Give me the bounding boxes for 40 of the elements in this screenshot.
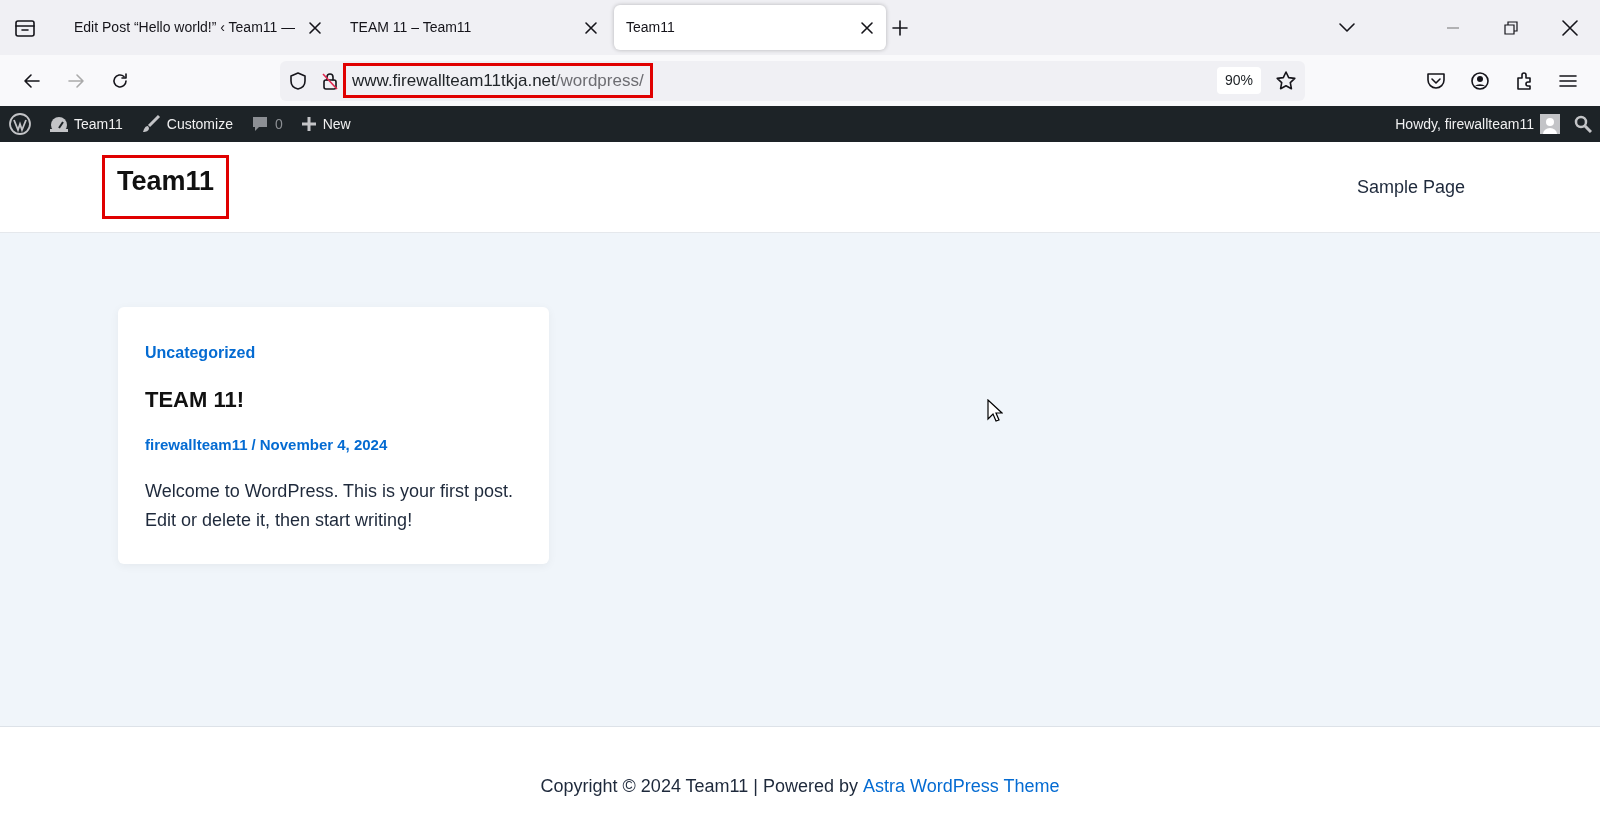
category-link[interactable]: Uncategorized xyxy=(145,341,522,365)
site-menu-item[interactable]: Team11 xyxy=(50,113,123,135)
close-icon[interactable] xyxy=(584,20,598,35)
browser-tab[interactable]: TEAM 11 – Team11 xyxy=(338,5,610,50)
menu-link[interactable]: Sample Page xyxy=(1356,173,1465,201)
close-icon[interactable] xyxy=(308,20,322,35)
close-icon[interactable] xyxy=(860,20,874,35)
dashboard-icon xyxy=(50,116,68,132)
plus-icon xyxy=(300,116,317,132)
chevron-down-icon[interactable] xyxy=(1338,21,1356,34)
restore-icon[interactable] xyxy=(1504,20,1518,35)
comments-menu-item[interactable]: 0 xyxy=(250,113,283,135)
comment-icon xyxy=(250,115,269,133)
address-field[interactable]: www.firewallteam11tkja.net/wordpress/ xyxy=(346,65,650,96)
customize-menu-item[interactable]: Customize xyxy=(140,113,233,135)
post-title[interactable]: TEAM 11! xyxy=(145,383,522,416)
site-title[interactable]: Team11 xyxy=(105,158,227,216)
account-icon[interactable] xyxy=(1469,69,1491,92)
shield-icon[interactable] xyxy=(288,70,308,91)
close-icon[interactable] xyxy=(1562,19,1578,36)
browser-tab[interactable]: Edit Post “Hello world!” ‹ Team11 — xyxy=(62,5,334,50)
avatar-icon xyxy=(1540,114,1560,134)
cursor-icon xyxy=(987,399,1003,423)
post-excerpt: Welcome to WordPress. This is your first post. Edit or delete it, then start writing! xyxy=(145,479,515,533)
wordpress-logo-icon[interactable] xyxy=(8,112,32,136)
zoom-button[interactable]: 90% xyxy=(1216,67,1261,94)
brush-icon xyxy=(140,114,161,134)
lock-icon[interactable] xyxy=(320,70,340,91)
author-link[interactable]: firewallteam11 xyxy=(145,434,248,457)
footer-text: Copyright © 2024 Team11 | Powered by xyxy=(540,775,858,798)
date-link[interactable]: November 4, 2024 xyxy=(259,434,388,457)
meta-separator: / xyxy=(251,435,256,455)
reload-icon[interactable] xyxy=(110,70,130,91)
account-menu-item[interactable]: Howdy, firewallteam11 xyxy=(1395,113,1560,135)
search-icon[interactable] xyxy=(1574,115,1592,133)
theme-link[interactable]: Astra WordPress Theme xyxy=(863,773,1060,800)
new-tab-icon[interactable] xyxy=(890,17,910,38)
browser-tab[interactable]: Team11 xyxy=(614,5,886,50)
new-menu-item[interactable]: New xyxy=(300,113,351,135)
star-icon[interactable] xyxy=(1275,69,1297,92)
